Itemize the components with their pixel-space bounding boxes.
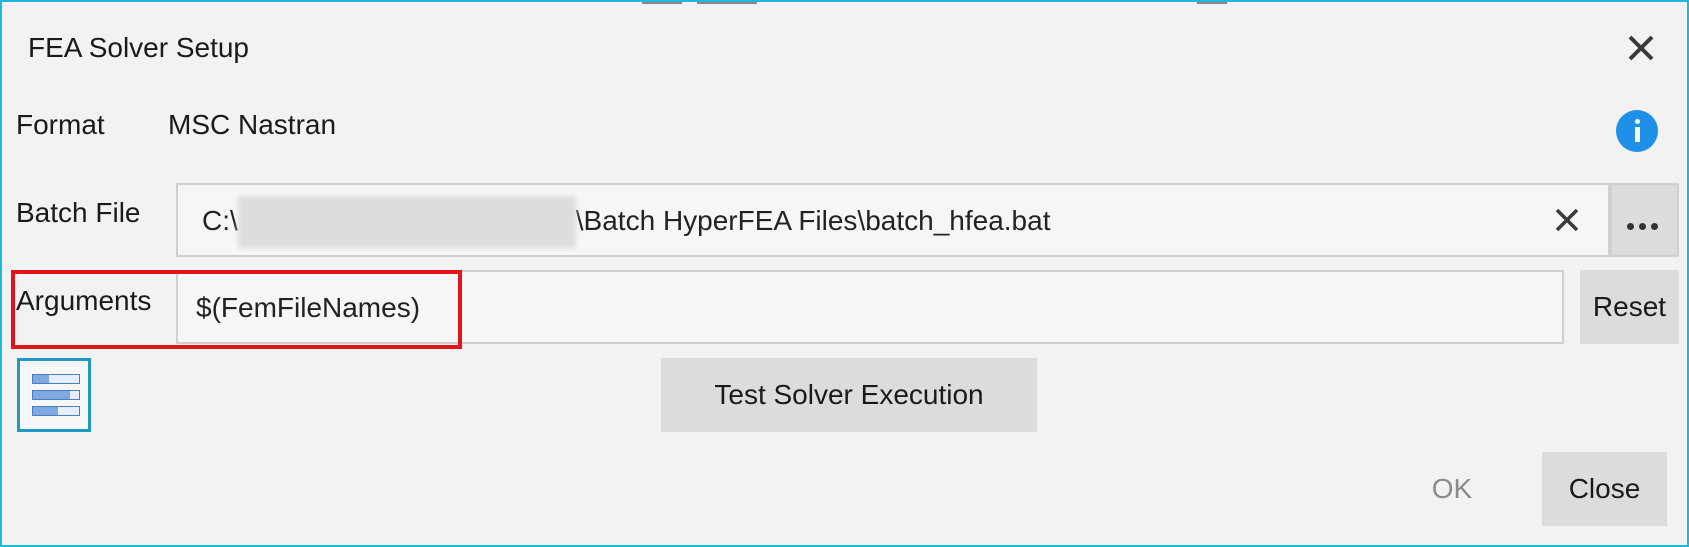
arguments-value: $(FemFileNames) xyxy=(196,292,421,323)
arguments-input[interactable]: $(FemFileNames) xyxy=(176,270,1564,344)
top-edge-mark xyxy=(1197,2,1227,4)
test-solver-execution-button[interactable]: Test Solver Execution xyxy=(661,358,1037,432)
clear-icon[interactable] xyxy=(1554,207,1580,233)
dialog-title: FEA Solver Setup xyxy=(28,32,250,63)
batch-file-label: Batch File xyxy=(16,197,141,228)
format-value: MSC Nastran xyxy=(168,109,337,140)
arguments-label: Arguments xyxy=(16,285,152,316)
ok-button[interactable]: OK xyxy=(1382,452,1522,526)
info-icon[interactable] xyxy=(1616,110,1658,152)
batch-file-path: C:\ \Batch HyperFEA Files\batch_hfea.bat xyxy=(202,195,1051,248)
fea-solver-setup-dialog: FEA Solver Setup Format MSC Nastran Batc… xyxy=(0,0,1689,547)
close-icon[interactable] xyxy=(1626,33,1656,63)
top-edge-mark xyxy=(697,2,757,4)
redacted-path-segment xyxy=(237,195,576,248)
close-button[interactable]: Close xyxy=(1542,452,1667,526)
batch-file-path-prefix: C:\ xyxy=(202,205,238,236)
top-edge-mark xyxy=(642,2,682,4)
browse-button[interactable] xyxy=(1610,183,1679,257)
format-label: Format xyxy=(16,109,105,140)
batch-file-field[interactable]: C:\ \Batch HyperFEA Files\batch_hfea.bat xyxy=(176,183,1610,257)
reset-button[interactable]: Reset xyxy=(1580,270,1679,344)
more-icon xyxy=(1627,217,1663,235)
list-icon[interactable] xyxy=(17,358,91,432)
batch-file-path-suffix: \Batch HyperFEA Files\batch_hfea.bat xyxy=(575,205,1051,236)
